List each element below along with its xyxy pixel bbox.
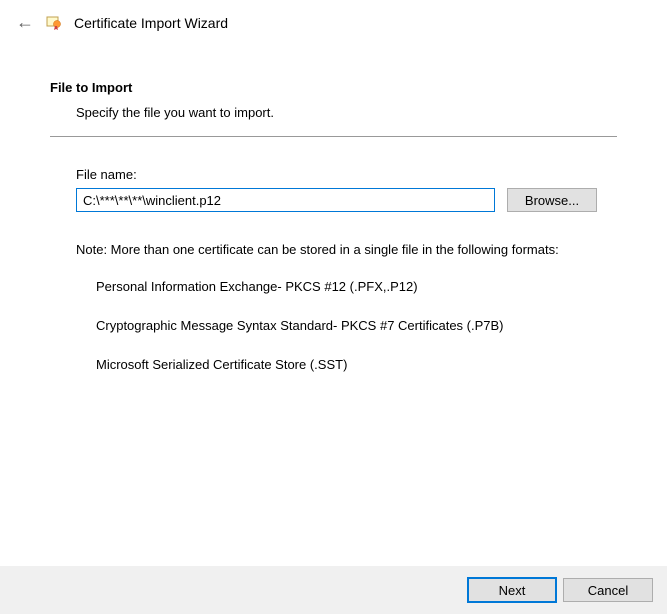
wizard-header: ← Certificate Import Wizard — [0, 0, 667, 45]
wizard-content: File to Import Specify the file you want… — [0, 45, 667, 372]
note-item: Microsoft Serialized Certificate Store (… — [96, 357, 607, 372]
section-description: Specify the file you want to import. — [76, 105, 617, 120]
form-area: File name: Browse... Note: More than one… — [76, 167, 607, 372]
file-name-label: File name: — [76, 167, 607, 182]
note-item: Cryptographic Message Syntax Standard- P… — [96, 318, 607, 333]
browse-button[interactable]: Browse... — [507, 188, 597, 212]
wizard-footer: Next Cancel — [0, 566, 667, 614]
back-arrow-icon[interactable]: ← — [16, 12, 34, 33]
divider — [50, 136, 617, 137]
wizard-title: Certificate Import Wizard — [74, 15, 228, 31]
note-item: Personal Information Exchange- PKCS #12 … — [96, 279, 607, 294]
note-intro: Note: More than one certificate can be s… — [76, 242, 607, 257]
next-button[interactable]: Next — [467, 577, 557, 603]
section-title: File to Import — [50, 80, 617, 95]
certificate-icon — [46, 15, 62, 31]
file-input-row: Browse... — [76, 188, 607, 212]
file-name-input[interactable] — [76, 188, 495, 212]
cancel-button[interactable]: Cancel — [563, 578, 653, 602]
